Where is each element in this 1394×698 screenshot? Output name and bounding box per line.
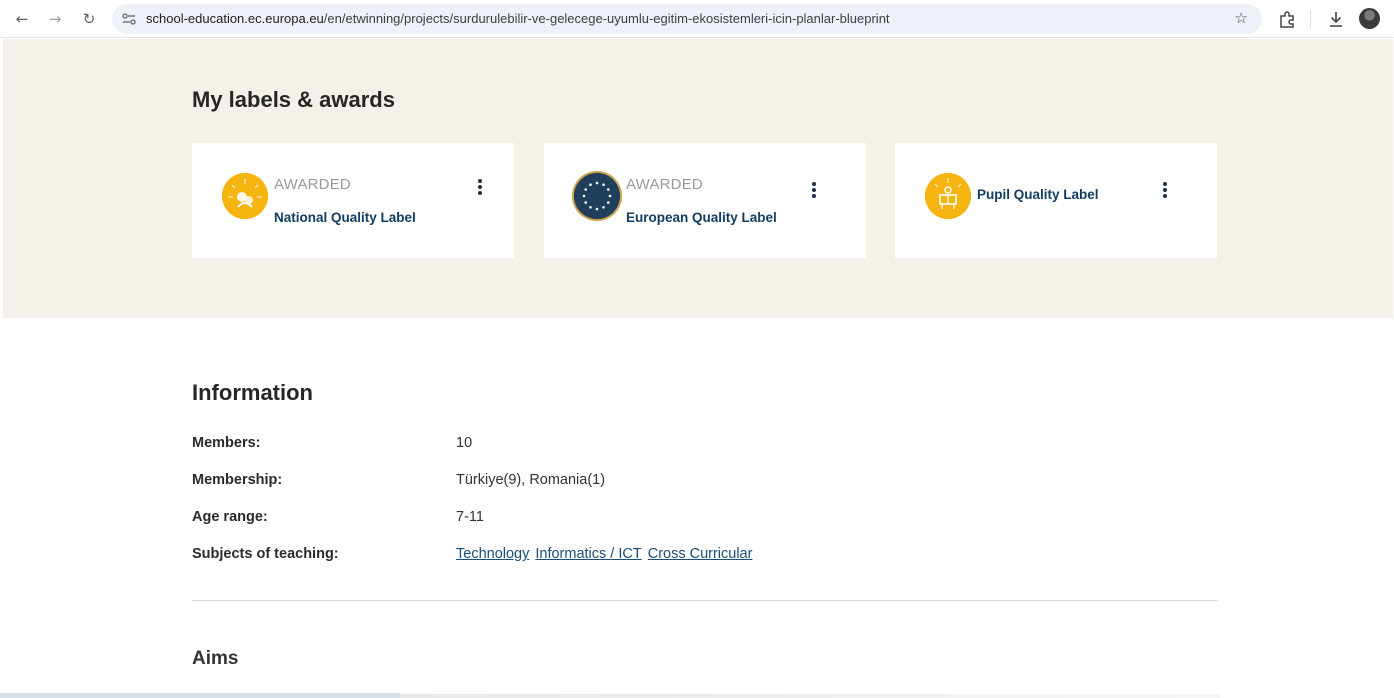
- information-heading: Information: [192, 380, 313, 405]
- subjects-label: Subjects of teaching:: [192, 546, 339, 562]
- horizontal-scrollbar[interactable]: [0, 693, 400, 698]
- site-info-icon[interactable]: [122, 12, 136, 26]
- more-options-icon[interactable]: [1162, 182, 1168, 200]
- national-quality-badge-icon: [222, 173, 268, 219]
- age-range-label: Age range:: [192, 509, 268, 525]
- award-card-european: AWARDED European Quality Label: [544, 143, 866, 258]
- award-card-national: AWARDED National Quality Label: [192, 143, 514, 258]
- forward-arrow-icon[interactable]: →: [45, 9, 65, 29]
- subjects-list: Technology Informatics / ICT Cross Curricu…: [456, 546, 758, 562]
- url-text[interactable]: school-education.ec.europa.eu/en/etwinni…: [146, 11, 890, 26]
- labels-awards-section: My labels & awards AWARDED National Qual…: [3, 39, 1393, 318]
- award-card-pupil: Pupil Quality Label: [895, 143, 1217, 258]
- reload-icon[interactable]: ↻: [79, 9, 99, 29]
- award-status: AWARDED: [274, 176, 351, 193]
- toolbar-separator: [1310, 10, 1311, 28]
- extensions-icon[interactable]: [1276, 8, 1298, 30]
- award-status: AWARDED: [626, 176, 703, 193]
- european-quality-badge-icon: [574, 173, 620, 219]
- bookmark-star-icon[interactable]: ☆: [1235, 9, 1248, 27]
- more-options-icon[interactable]: [477, 179, 483, 197]
- age-range-value: 7-11: [456, 509, 484, 525]
- membership-label: Membership:: [192, 472, 283, 488]
- pupil-quality-badge-icon: [925, 173, 971, 219]
- members-label: Members:: [192, 435, 261, 451]
- subject-link-technology[interactable]: Technology: [456, 546, 529, 562]
- section-divider: [192, 600, 1218, 601]
- address-bar[interactable]: school-education.ec.europa.eu/en/etwinni…: [112, 4, 1262, 34]
- subject-link-cross-curricular[interactable]: Cross Curricular: [648, 546, 753, 562]
- members-value: 10: [456, 435, 473, 451]
- award-name[interactable]: Pupil Quality Label: [977, 187, 1099, 202]
- subject-link-informatics[interactable]: Informatics / ICT: [535, 546, 641, 562]
- membership-value: Türkiye(9), Romania(1): [456, 472, 606, 488]
- award-name[interactable]: European Quality Label: [626, 210, 777, 225]
- more-options-icon[interactable]: [811, 182, 817, 200]
- award-name[interactable]: National Quality Label: [274, 210, 416, 225]
- profile-avatar[interactable]: [1359, 8, 1380, 29]
- scroll-track: [400, 694, 1220, 698]
- awards-heading: My labels & awards: [192, 87, 395, 112]
- browser-toolbar: ← → ↻ school-education.ec.europa.eu/en/e…: [0, 0, 1394, 38]
- download-icon[interactable]: [1325, 8, 1347, 30]
- aims-heading: Aims: [192, 648, 239, 669]
- back-arrow-icon[interactable]: ←: [12, 9, 32, 29]
